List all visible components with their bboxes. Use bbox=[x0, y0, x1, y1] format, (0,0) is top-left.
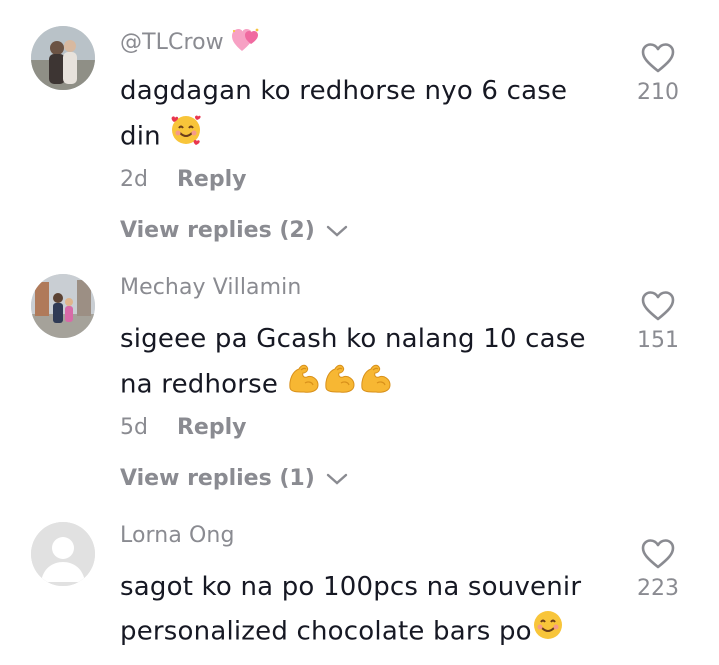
view-replies-button[interactable]: View replies (2) bbox=[120, 218, 348, 243]
view-replies-button[interactable]: View replies (1) bbox=[120, 466, 348, 491]
comment-text: sagot ko na po 100pcs na souvenir person… bbox=[120, 566, 610, 655]
comment-text-line: sigeee pa Gcash ko nalang 10 case bbox=[120, 324, 586, 354]
avatar[interactable] bbox=[31, 522, 95, 586]
heart-icon bbox=[641, 539, 675, 569]
smiling-face-with-hearts-icon bbox=[169, 113, 203, 161]
flexed-biceps-icon bbox=[287, 361, 395, 409]
heart-icon bbox=[641, 43, 675, 73]
comment-text: sigeee pa Gcash ko nalang 10 case na red… bbox=[120, 318, 610, 409]
comment-meta: 2d Reply bbox=[120, 167, 246, 192]
comment-username[interactable]: Lorna Ong bbox=[120, 523, 235, 548]
like-count: 210 bbox=[637, 80, 679, 105]
comment-age: 5d bbox=[120, 415, 148, 440]
avatar-photo bbox=[31, 26, 95, 90]
sparkling-hearts-icon bbox=[231, 27, 261, 59]
like-count: 223 bbox=[637, 576, 679, 601]
comment-username[interactable]: Mechay Villamin bbox=[120, 275, 301, 300]
chevron-down-icon bbox=[327, 473, 348, 485]
default-avatar-icon bbox=[31, 522, 95, 586]
comment-text-line: personalized chocolate bars po bbox=[120, 609, 610, 655]
chevron-down-icon bbox=[327, 225, 348, 237]
like-button[interactable]: 223 bbox=[630, 538, 686, 601]
comment-text-line: na redhorse bbox=[120, 361, 610, 409]
comment-username[interactable]: @TLCrow bbox=[120, 27, 261, 59]
reply-button[interactable]: Reply bbox=[177, 167, 247, 192]
comment-text-line: sagot ko na po 100pcs na souvenir bbox=[120, 572, 582, 602]
like-count: 151 bbox=[637, 328, 679, 353]
comment-text-line: dagdagan ko redhorse nyo 6 case bbox=[120, 76, 568, 106]
reply-button[interactable]: Reply bbox=[177, 415, 247, 440]
avatar[interactable] bbox=[31, 274, 95, 338]
avatar[interactable] bbox=[31, 26, 95, 90]
smiling-face-icon bbox=[532, 609, 564, 655]
comment-text: dagdagan ko redhorse nyo 6 case din bbox=[120, 70, 610, 161]
like-button[interactable]: 210 bbox=[630, 42, 686, 105]
like-button[interactable]: 151 bbox=[630, 290, 686, 353]
comment-age: 2d bbox=[120, 167, 148, 192]
avatar-photo bbox=[31, 274, 95, 338]
comment-meta: 5d Reply bbox=[120, 415, 246, 440]
heart-icon bbox=[641, 291, 675, 321]
comment-text-line: din bbox=[120, 113, 610, 161]
